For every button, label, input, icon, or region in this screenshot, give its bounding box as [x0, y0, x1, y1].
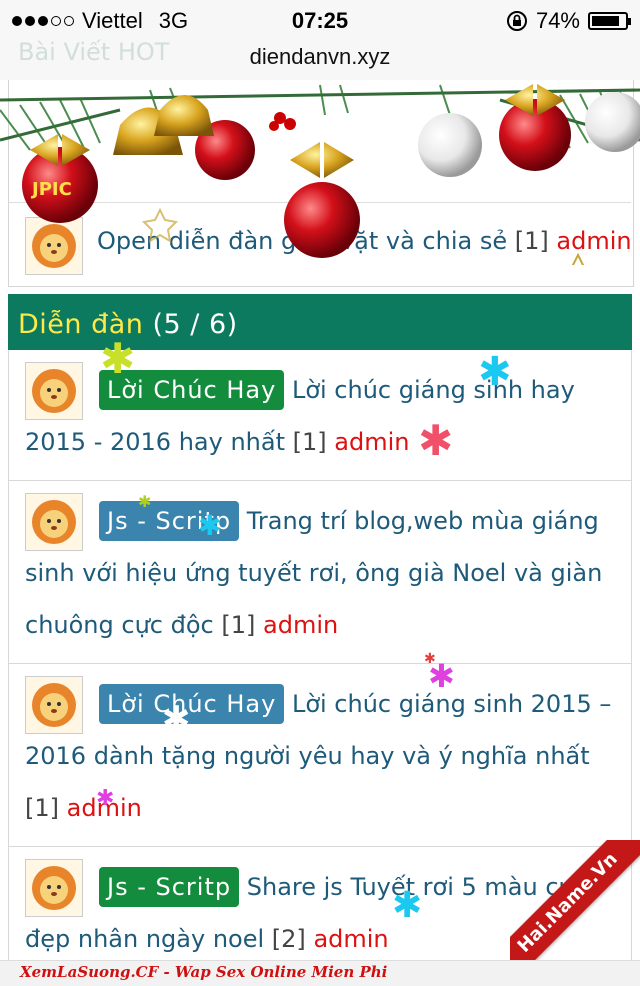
ribbon-text: Hai.Name.Vn [510, 840, 640, 960]
author-link[interactable]: admin [263, 611, 338, 639]
status-right: 74% [506, 8, 631, 34]
category-tag[interactable]: Lời Chúc Hay [99, 684, 285, 724]
avatar [25, 362, 83, 420]
avatar [25, 676, 83, 734]
category-tag[interactable]: Js - Scritp [99, 501, 240, 541]
author-link[interactable]: admin [313, 925, 388, 953]
lion-avatar-icon [32, 866, 76, 910]
avatar [25, 493, 83, 551]
forum-section-header: Diễn đàn (5 / 6) [8, 294, 632, 350]
lion-avatar-icon [32, 500, 76, 544]
reply-count: [1] [292, 428, 327, 456]
lion-avatar-icon [32, 683, 76, 727]
svg-text:JPIC: JPIC [30, 179, 72, 200]
forum-page-indicator: (5 / 6) [152, 309, 238, 340]
url-text: diendanvn.xyz [249, 44, 391, 69]
list-item[interactable]: Lời Chúc Hay Lời chúc giáng sinh hay 201… [8, 350, 632, 481]
battery-percent: 74% [535, 8, 580, 33]
battery-icon [588, 12, 631, 30]
christmas-decoration-banner: JPIC [0, 84, 640, 265]
category-tag[interactable]: Lời Chúc Hay [99, 370, 285, 410]
forum-title[interactable]: Diễn đàn [18, 309, 143, 340]
list-item[interactable]: Lời Chúc Hay Lời chúc giáng sinh 2015 – … [8, 664, 632, 847]
rotation-lock-icon [506, 11, 527, 31]
author-link[interactable]: admin [67, 794, 142, 822]
avatar [25, 859, 83, 917]
author-link[interactable]: admin [334, 428, 409, 456]
hot-posts-title: Bài Viết HOT [18, 38, 170, 66]
footer-ad-bar[interactable]: XemLaSuong.CF - Wap Sex Online Mien Phi [0, 960, 640, 986]
reply-count: [1] [25, 794, 59, 822]
reply-count: [2] [271, 925, 306, 953]
footer-ad-link[interactable]: XemLaSuong.CF - Wap Sex Online Mien Phi [20, 963, 387, 981]
category-tag[interactable]: Js - Scritp [99, 867, 240, 907]
corner-ribbon[interactable]: Hai.Name.Vn [510, 840, 640, 960]
lion-avatar-icon [32, 369, 76, 413]
reply-count: [1] [221, 611, 256, 639]
list-item[interactable]: Js - Scritp Trang trí blog,web mùa giáng… [8, 481, 632, 664]
